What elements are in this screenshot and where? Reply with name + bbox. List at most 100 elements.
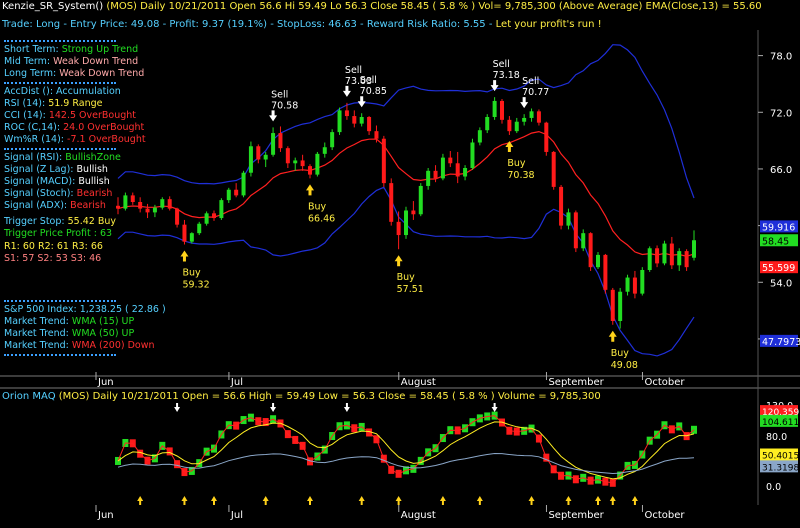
- candle-body: [308, 166, 312, 175]
- candle-body: [300, 160, 305, 167]
- sell-signal-price: 73.18: [493, 70, 520, 81]
- buy-signal-label: Buy: [397, 272, 416, 283]
- candle-body: [123, 195, 128, 209]
- wmr-value: -7.1 OverBought: [67, 134, 146, 145]
- oscillator-buy-arrow: [631, 496, 638, 505]
- y-tick-label: 66.0: [770, 165, 792, 176]
- candle-body: [315, 153, 320, 175]
- mid-term-label: Mid Term:: [4, 56, 51, 67]
- candle-body: [226, 189, 231, 201]
- buy-arrow: [505, 140, 514, 152]
- long-term-label: Long Term:: [4, 68, 57, 79]
- trade-label: Trade:: [2, 19, 33, 30]
- oscillator-buy-arrow: [595, 496, 601, 505]
- sell-signal-label: Sell: [522, 76, 539, 87]
- month-label: Jul: [230, 377, 243, 388]
- candle-body: [640, 270, 645, 294]
- candle-body: [536, 111, 541, 123]
- cci-label: CCI (14):: [4, 110, 46, 121]
- candle-body: [514, 121, 519, 132]
- buy-arrow: [180, 250, 189, 262]
- oscillator-axis-label: 0.0: [766, 482, 781, 493]
- candle-body: [337, 110, 342, 133]
- candle-body: [507, 119, 512, 132]
- signal-rsi-label: Signal (RSI):: [4, 152, 63, 163]
- buy-signal-label: Buy: [611, 348, 630, 359]
- signal-stoch-value: Bearish: [76, 188, 113, 199]
- price-chart[interactable]: 78.072.066.060.054.048.0Buy59.32Sell70.5…: [0, 0, 800, 528]
- candle-body: [241, 172, 246, 196]
- candle-body: [632, 277, 637, 294]
- sp500-index: S&P 500 Index: 1,238.25 ( 22.86 ): [4, 304, 166, 315]
- roc-label: ROC (C,14):: [4, 122, 61, 133]
- candle-body: [263, 154, 268, 160]
- candle-body: [411, 210, 416, 215]
- buy-signal-label: Buy: [507, 158, 526, 169]
- buy-signal-label: Buy: [182, 268, 201, 279]
- candle-body: [448, 157, 453, 164]
- candle-body: [145, 208, 150, 213]
- candle-body: [662, 243, 667, 264]
- candle-body: [440, 157, 445, 179]
- candle-body: [677, 251, 682, 266]
- candle-body: [160, 199, 165, 208]
- wmr-label: Wm%R (14):: [4, 134, 64, 145]
- candle-body: [219, 200, 224, 219]
- candle-body: [293, 160, 298, 164]
- candle-body: [625, 277, 630, 292]
- candle-body: [116, 205, 120, 209]
- candle-body: [256, 146, 261, 160]
- candle-body: [389, 183, 394, 222]
- candle-body: [477, 130, 482, 143]
- month-label: October: [644, 377, 685, 388]
- candle-body: [433, 170, 438, 179]
- market-trend-3-label: Market Trend:: [4, 340, 69, 351]
- trigger-stop-label: Trigger Stop:: [4, 216, 65, 227]
- oscillator-sell-arrow: [174, 403, 181, 412]
- oscillator-buy-arrow: [262, 496, 269, 505]
- acc-dist: AccDist (): Accumulation: [4, 86, 121, 97]
- month-label: September: [548, 377, 604, 388]
- oscillator-sell-arrow: [270, 403, 277, 412]
- candle-body: [426, 170, 431, 186]
- oscillator-axis-label: 80.0: [766, 432, 787, 443]
- candle-body: [285, 148, 290, 164]
- last-price-value: 58.45: [762, 236, 789, 247]
- sell-signal-price: 70.58: [271, 100, 298, 111]
- candle-body: [396, 221, 401, 236]
- candle-body: [655, 248, 660, 264]
- month-label: August: [401, 377, 436, 388]
- market-trend-1-value: WMA (15) UP: [71, 316, 135, 327]
- candle-body: [566, 212, 571, 226]
- candle-body: [692, 240, 696, 258]
- sell-arrow: [520, 97, 529, 109]
- candle-body: [500, 100, 504, 120]
- signal-zlag-value: Bullish: [76, 164, 108, 175]
- candle-body: [618, 291, 623, 321]
- sell-arrow: [342, 85, 351, 97]
- oscillator-buy-arrow: [358, 496, 365, 505]
- last-price-value: 59.916: [762, 222, 795, 233]
- y-tick-label: 72.0: [770, 108, 792, 119]
- oscillator-buy-arrow: [307, 496, 313, 505]
- last-price-value: 47.7973: [762, 337, 800, 348]
- rsi-label: RSI (14):: [4, 98, 46, 109]
- buy-arrow: [608, 330, 617, 342]
- roc-value: 24.0 OverBought: [63, 122, 145, 133]
- signal-macd-label: Signal (MACD):: [4, 176, 76, 187]
- candle-body: [138, 202, 143, 209]
- last-price-value: 55.599: [762, 263, 795, 274]
- buy-signal-price: 66.46: [308, 213, 335, 224]
- rsi-value: 51.9 Range: [48, 98, 103, 109]
- buy-arrow: [394, 255, 403, 267]
- month-label: Jul: [230, 510, 243, 521]
- candle-body: [522, 117, 527, 122]
- candle-body: [175, 208, 180, 225]
- candle-body: [234, 189, 239, 196]
- y-tick-label: 78.0: [770, 52, 792, 63]
- month-label: Jun: [97, 377, 114, 388]
- oscillator-buy-arrow: [609, 496, 616, 505]
- cci-value: 142.5 OverBought: [48, 110, 137, 121]
- candle-body: [596, 254, 600, 268]
- oscillator-buy-arrow: [211, 496, 217, 505]
